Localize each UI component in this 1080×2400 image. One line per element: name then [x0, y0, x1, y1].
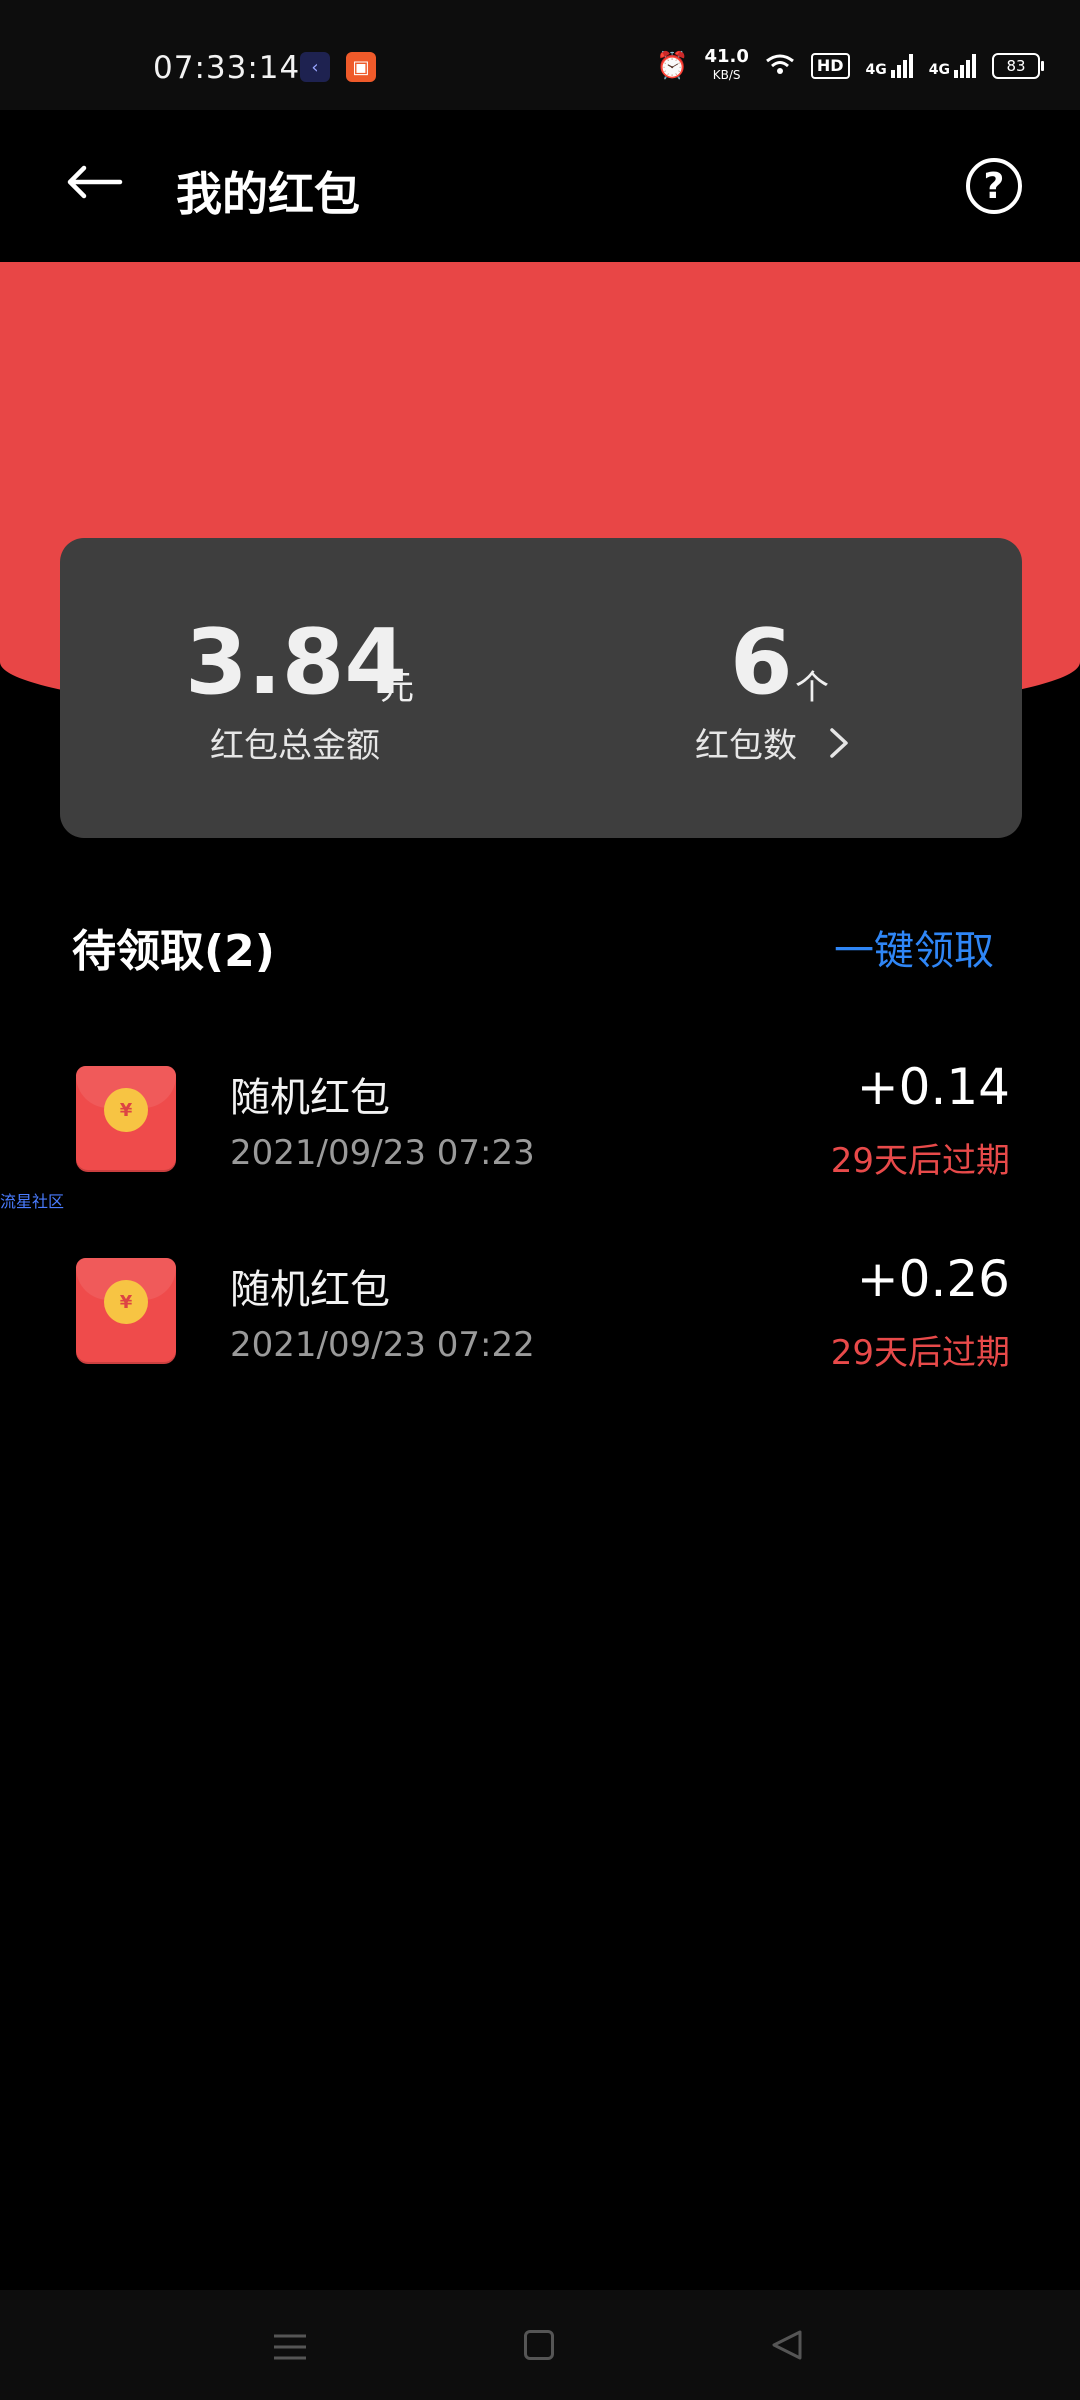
- claim-all-button[interactable]: 一键领取: [834, 918, 994, 976]
- app-notification-icon-2: ▣: [346, 52, 376, 82]
- app-notification-icon: ‹: [300, 52, 330, 82]
- app-header: 我的红包 ?: [0, 110, 1080, 260]
- item-amount: +0.14: [856, 1058, 1010, 1116]
- signal-4g-icon-2: 4G: [929, 54, 976, 78]
- system-nav-bar: [0, 2290, 1080, 2400]
- count-unit: 个: [795, 668, 829, 708]
- nav-home-icon[interactable]: [524, 2330, 554, 2360]
- signal-label-2: 4G: [928, 62, 950, 78]
- page-title: 我的红包: [176, 167, 360, 221]
- envelope-count[interactable]: 6: [730, 610, 793, 715]
- chevron-right-icon[interactable]: [828, 726, 850, 760]
- item-title: 随机红包: [230, 1075, 390, 1121]
- watermark-text: 流星社区: [0, 1192, 65, 1211]
- red-envelope-icon: ¥: [76, 1258, 176, 1364]
- battery-icon: 83: [992, 53, 1044, 79]
- total-amount: 3.84: [185, 610, 408, 715]
- pending-section-title: 待领取(2): [72, 926, 275, 977]
- alarm-icon: ⏰: [656, 51, 689, 81]
- nav-back-icon[interactable]: [770, 2328, 804, 2362]
- total-label: 红包总金额: [210, 726, 380, 766]
- status-bar: 07:33:14 ‹ ▣ ⏰ 41.0 KB/S HD 4G 4G 83: [0, 0, 1080, 110]
- signal-4g-icon: 4G: [866, 54, 913, 78]
- item-date: 2021/09/23 07:23: [230, 1133, 535, 1173]
- item-expire: 29天后过期: [830, 1333, 1010, 1373]
- net-speed: 41.0 KB/S: [704, 48, 748, 84]
- signal-label: 4G: [865, 62, 887, 78]
- item-date: 2021/09/23 07:22: [230, 1325, 535, 1365]
- count-label[interactable]: 红包数: [695, 718, 797, 767]
- net-speed-value: 41.0: [704, 46, 749, 67]
- status-time: 07:33:14: [153, 50, 301, 86]
- red-envelope-icon: ¥: [76, 1066, 176, 1172]
- item-amount: +0.26: [856, 1250, 1010, 1308]
- nav-menu-icon[interactable]: [272, 2332, 308, 2362]
- total-unit: 元: [380, 668, 414, 708]
- item-expire: 29天后过期: [830, 1141, 1010, 1181]
- item-title: 随机红包: [230, 1267, 390, 1313]
- status-right: ⏰ 41.0 KB/S HD 4G 4G 83: [656, 48, 1044, 84]
- net-speed-unit: KB/S: [712, 68, 741, 82]
- wifi-icon: [765, 53, 795, 80]
- help-icon[interactable]: ?: [966, 158, 1022, 214]
- hd-badge: HD: [810, 53, 850, 79]
- back-arrow-icon[interactable]: [64, 162, 124, 202]
